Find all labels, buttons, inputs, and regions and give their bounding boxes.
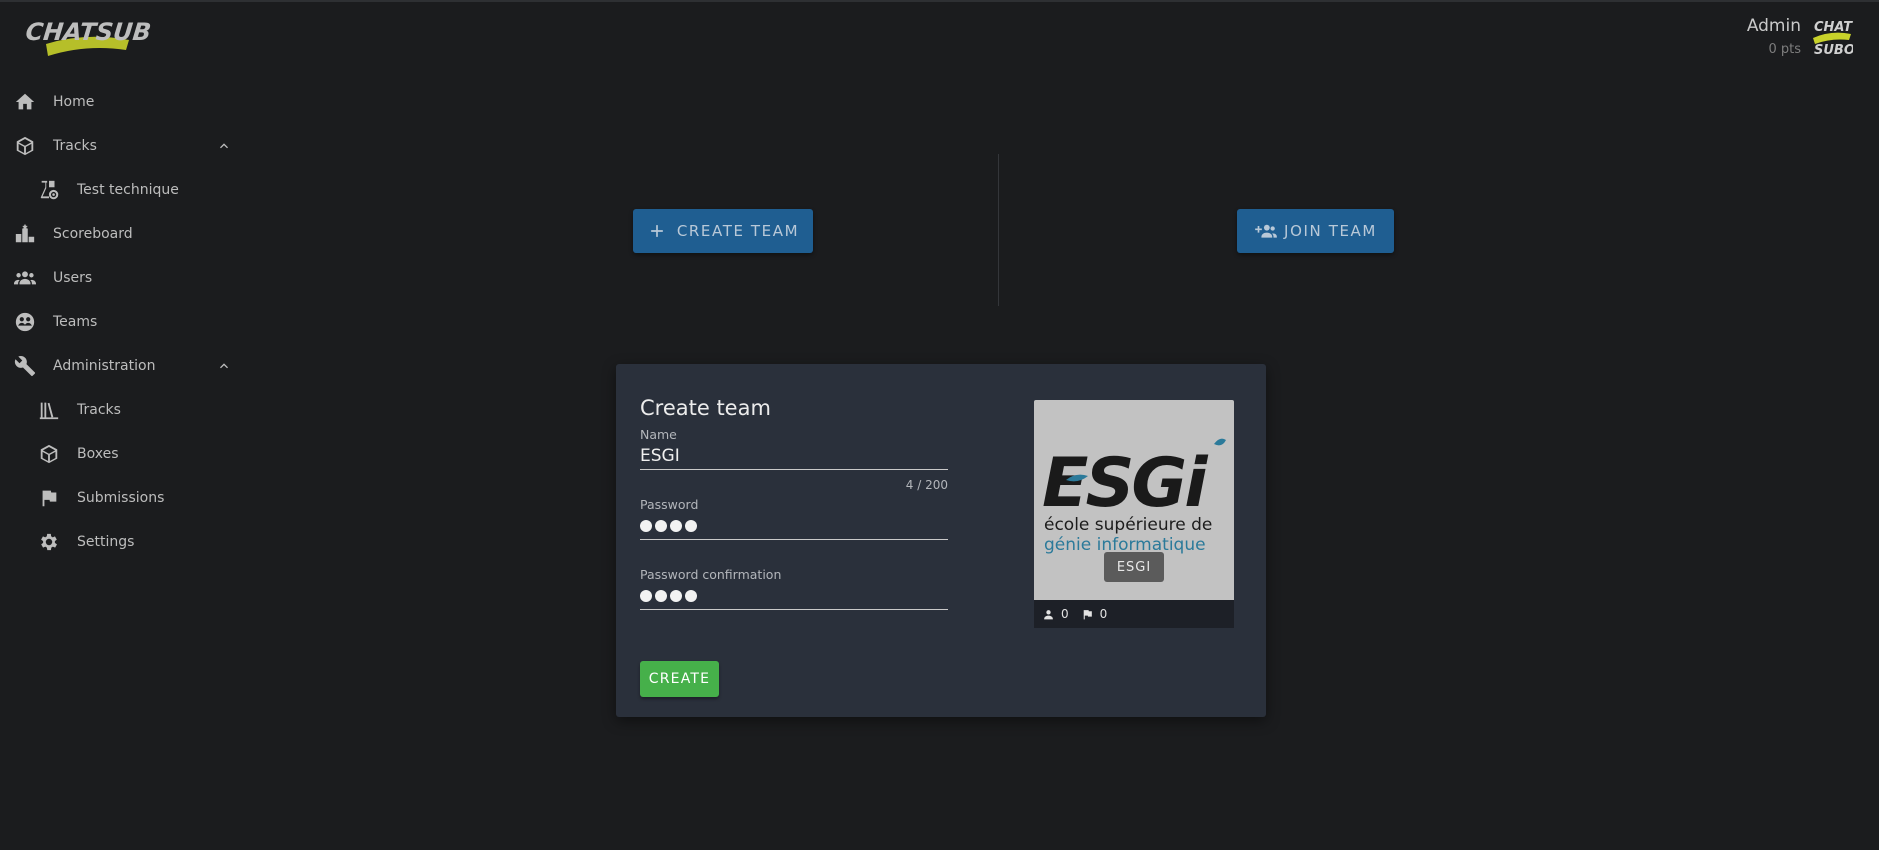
scoreboard-icon xyxy=(14,223,36,245)
sidebar-item-label: Settings xyxy=(77,534,135,550)
svg-text:SUBO: SUBO xyxy=(1814,43,1853,58)
avatar[interactable]: CHAT SUBO xyxy=(1811,14,1853,60)
sidebar: Home Tracks Test technique Scoreboard Us… xyxy=(0,80,245,564)
sidebar-item-admin-tracks[interactable]: Tracks xyxy=(0,388,245,432)
person-icon xyxy=(1042,608,1055,621)
chevron-up-icon[interactable] xyxy=(216,138,232,154)
sidebar-item-label: Tracks xyxy=(77,402,121,418)
sidebar-item-label: Boxes xyxy=(77,446,119,462)
home-icon xyxy=(14,91,36,113)
users-icon xyxy=(14,267,36,289)
library-icon xyxy=(38,399,60,421)
brand-logo[interactable]: CHATSUBO xyxy=(26,10,151,62)
card-title: Create team xyxy=(640,396,771,420)
flag-icon xyxy=(38,487,60,509)
sidebar-item-test-technique[interactable]: Test technique xyxy=(0,168,245,212)
sidebar-item-submissions[interactable]: Submissions xyxy=(0,476,245,520)
password-dot xyxy=(670,519,682,532)
svg-text:ESGi: ESGi xyxy=(1042,444,1209,523)
sidebar-item-administration[interactable]: Administration xyxy=(0,344,245,388)
sidebar-item-boxes[interactable]: Boxes xyxy=(0,432,245,476)
name-counter: 4 / 200 xyxy=(905,478,948,492)
password-confirmation-input[interactable] xyxy=(640,582,948,610)
chevron-up-icon[interactable] xyxy=(216,358,232,374)
team-logo: ESGi école supérieure de génie informati… xyxy=(1034,400,1234,600)
sidebar-item-settings[interactable]: Settings xyxy=(0,520,245,564)
user-points: 0 pts xyxy=(1768,42,1801,57)
sidebar-item-label: Tracks xyxy=(53,138,97,154)
sidebar-item-label: Submissions xyxy=(77,490,165,506)
cube-icon xyxy=(38,443,60,465)
flask-gear-icon xyxy=(38,179,60,201)
svg-text:CHATSUBO: CHATSUBO xyxy=(26,18,151,46)
wrench-icon xyxy=(14,355,36,377)
svg-text:CHAT: CHAT xyxy=(1814,20,1853,35)
sidebar-item-scoreboard[interactable]: Scoreboard xyxy=(0,212,245,256)
sidebar-item-label: Users xyxy=(53,270,93,286)
add-group-icon xyxy=(1254,221,1277,241)
password-dot xyxy=(670,589,682,602)
password-field[interactable]: Password xyxy=(640,497,948,540)
create-team-button[interactable]: CREATE TEAM xyxy=(633,209,813,253)
sidebar-item-teams[interactable]: Teams xyxy=(0,300,245,344)
join-team-label: JOIN TEAM xyxy=(1284,222,1377,240)
password-label: Password xyxy=(640,497,699,512)
user-menu[interactable]: Admin 0 pts xyxy=(1747,16,1801,57)
password-dot xyxy=(685,589,697,602)
create-team-card: Create team Name 4 / 200 Password Passwo… xyxy=(616,364,1266,717)
svg-text:école supérieure de: école supérieure de xyxy=(1044,515,1212,535)
sidebar-item-label: Test technique xyxy=(77,182,179,198)
name-field[interactable]: Name xyxy=(640,427,948,470)
name-input[interactable] xyxy=(640,442,948,470)
teams-icon xyxy=(14,311,36,333)
password-input[interactable] xyxy=(640,512,948,540)
password-dot xyxy=(655,589,667,602)
flag-icon xyxy=(1081,608,1094,621)
create-team-label: CREATE TEAM xyxy=(676,222,800,240)
plus-icon xyxy=(647,221,667,241)
team-stats: 0 0 xyxy=(1034,600,1234,628)
password-confirmation-field[interactable]: Password confirmation xyxy=(640,567,948,610)
name-label: Name xyxy=(640,427,677,442)
password-dot xyxy=(640,519,652,532)
create-button[interactable]: CREATE xyxy=(640,661,719,697)
sidebar-item-home[interactable]: Home xyxy=(0,80,245,124)
sidebar-item-tracks[interactable]: Tracks xyxy=(0,124,245,168)
team-name-badge: ESGI xyxy=(1104,552,1164,582)
sidebar-item-label: Home xyxy=(53,94,95,110)
password-dot xyxy=(640,589,652,602)
password-dot xyxy=(655,519,667,532)
password-dot xyxy=(685,519,697,532)
team-preview: ESGi école supérieure de génie informati… xyxy=(1034,400,1234,628)
user-name[interactable]: Admin xyxy=(1747,16,1801,36)
cube-icon xyxy=(14,135,36,157)
members-count: 0 xyxy=(1061,607,1069,621)
sidebar-item-label: Administration xyxy=(53,358,156,374)
gear-icon xyxy=(38,531,60,553)
sidebar-item-label: Scoreboard xyxy=(53,226,133,242)
join-team-button[interactable]: JOIN TEAM xyxy=(1237,209,1394,253)
sidebar-item-label: Teams xyxy=(53,314,98,330)
sidebar-item-users[interactable]: Users xyxy=(0,256,245,300)
flags-count: 0 xyxy=(1099,607,1108,621)
divider xyxy=(998,154,999,306)
password-confirmation-label: Password confirmation xyxy=(640,567,782,582)
